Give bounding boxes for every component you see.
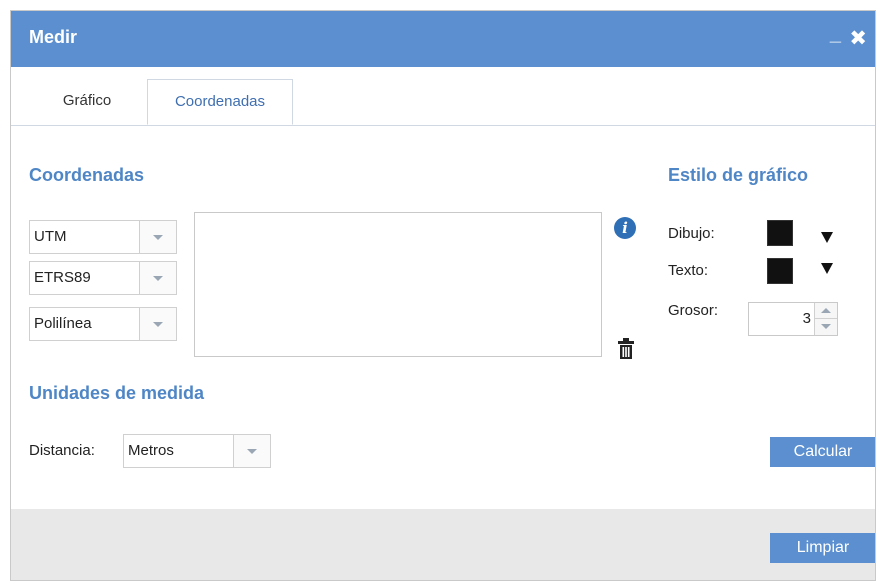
calculate-button[interactable]: Calcular (770, 437, 875, 467)
clear-button[interactable]: Limpiar (770, 533, 875, 563)
minimize-icon[interactable]: _ (830, 23, 841, 46)
thickness-value[interactable]: 3 (803, 303, 811, 335)
title-bar[interactable]: Medir _ ✖ (11, 11, 875, 67)
graphic-style-section-title: Estilo de gráfico (668, 165, 809, 185)
dropdown-button[interactable] (139, 262, 176, 294)
chevron-down-icon (821, 324, 831, 329)
coordinates-section-title: Coordenadas (29, 165, 145, 185)
chevron-down-icon (153, 235, 163, 240)
text-color-swatch[interactable] (767, 258, 793, 284)
geometry-select[interactable]: Polilínea (29, 307, 177, 341)
thickness-spinner[interactable]: 3 (748, 302, 838, 336)
distance-unit-value: Metros (128, 442, 174, 459)
drawing-color-swatch[interactable] (767, 220, 793, 246)
measure-dialog: Medir _ ✖ Gráfico Coordenadas Coordenada… (10, 10, 876, 581)
geometry-value: Polilínea (34, 315, 92, 332)
tab-grafico[interactable]: Gráfico (27, 79, 147, 125)
spinner-buttons (814, 303, 837, 335)
coordinates-textarea[interactable] (194, 212, 602, 357)
distance-label: Distancia: (29, 442, 95, 459)
close-icon[interactable]: ✖ (849, 26, 867, 51)
chevron-down-icon (153, 276, 163, 281)
drawing-color-label: Dibujo: (668, 225, 715, 242)
units-section-title: Unidades de medida (29, 383, 205, 403)
dropdown-button[interactable] (139, 308, 176, 340)
chevron-down-icon (247, 449, 257, 454)
dropdown-button[interactable] (139, 221, 176, 253)
caret-down-icon[interactable] (821, 263, 833, 274)
decrement-button[interactable] (815, 319, 837, 335)
tab-bar: Gráfico Coordenadas (11, 67, 875, 126)
chevron-down-icon (153, 322, 163, 327)
tab-coordenadas[interactable]: Coordenadas (147, 79, 293, 125)
footer-bar: Limpiar (11, 509, 875, 580)
datum-value: ETRS89 (34, 269, 91, 286)
dropdown-button[interactable] (233, 435, 270, 467)
increment-button[interactable] (815, 303, 837, 319)
caret-down-icon[interactable] (821, 232, 833, 243)
thickness-label: Grosor: (668, 302, 719, 319)
chevron-up-icon (821, 308, 831, 313)
distance-unit-select[interactable]: Metros (123, 434, 271, 468)
info-icon[interactable]: i (614, 217, 636, 239)
coordinate-system-select[interactable]: UTM (29, 220, 177, 254)
coordinate-system-value: UTM (34, 228, 67, 245)
window-title: Medir (29, 27, 78, 47)
datum-select[interactable]: ETRS89 (29, 261, 177, 295)
text-color-label: Texto: (668, 262, 709, 279)
trash-icon[interactable] (617, 338, 635, 360)
